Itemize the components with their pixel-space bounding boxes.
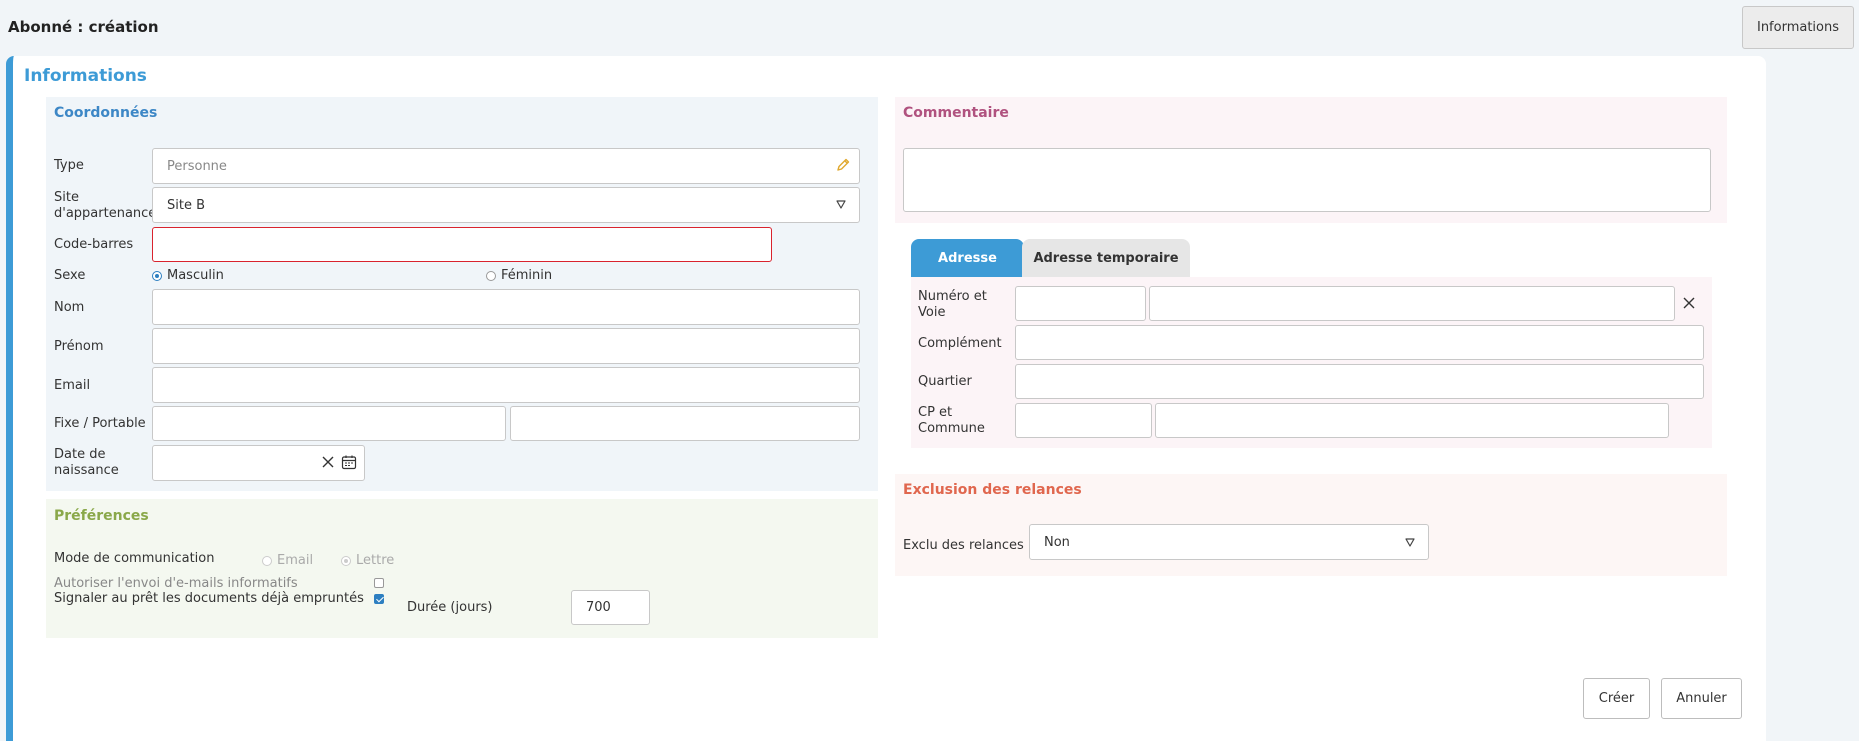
radio-dot-email[interactable] <box>262 555 272 566</box>
preferences-title: Préférences <box>54 508 149 524</box>
coordonnees-title: Coordonnées <box>54 105 158 121</box>
exclu-select[interactable]: Non <box>1029 524 1429 560</box>
duree-value: 700 <box>586 600 611 615</box>
clear-address-icon[interactable] <box>1681 295 1697 311</box>
type-label: Type <box>54 158 84 173</box>
panel-title: Informations <box>24 66 147 86</box>
dob-label: Date de naissance <box>54 447 119 478</box>
numero-input[interactable] <box>1015 286 1146 321</box>
radio-feminin[interactable]: Féminin <box>486 268 552 283</box>
signaler-checkbox[interactable] <box>374 594 384 604</box>
radio-lettre-label: Lettre <box>356 553 395 568</box>
chevron-down-icon[interactable] <box>834 197 848 211</box>
preferences-section <box>46 499 878 638</box>
radio-dot-lettre[interactable] <box>341 555 351 566</box>
sexe-label: Sexe <box>54 268 86 283</box>
exclu-label: Exclu des relances <box>903 538 1024 553</box>
radio-masculin[interactable]: Masculin <box>152 268 224 283</box>
site-label: Site d'appartenance <box>54 190 157 221</box>
chevron-down-icon[interactable] <box>1403 535 1417 549</box>
autoriser-checkbox[interactable] <box>374 578 384 588</box>
tab-adresse[interactable]: Adresse <box>911 239 1024 278</box>
site-select[interactable]: Site B <box>152 187 860 223</box>
commune-input[interactable] <box>1155 403 1669 438</box>
informations-button[interactable]: Informations <box>1742 6 1854 49</box>
prenom-label: Prénom <box>54 339 104 354</box>
numero-label: Numéro et Voie <box>918 289 987 320</box>
radio-dot-feminin[interactable] <box>486 270 496 281</box>
autoriser-label: Autoriser l'envoi d'e-mails informatifs <box>54 576 298 591</box>
cancel-button[interactable]: Annuler <box>1661 678 1742 719</box>
barcode-input[interactable] <box>152 227 772 262</box>
portable-input[interactable] <box>510 406 860 441</box>
page-title: Abonné : création <box>8 18 159 36</box>
duree-label: Durée (jours) <box>407 600 493 615</box>
cp-label: CP et Commune <box>918 405 985 436</box>
phone-label: Fixe / Portable <box>54 416 146 431</box>
email-input[interactable] <box>152 367 860 403</box>
complement-input[interactable] <box>1015 325 1704 360</box>
prenom-input[interactable] <box>152 328 860 364</box>
radio-mode-lettre[interactable]: Lettre <box>341 553 394 568</box>
complement-label: Complément <box>918 336 1002 351</box>
quartier-input[interactable] <box>1015 364 1704 399</box>
commentaire-textarea[interactable] <box>903 148 1711 212</box>
site-value: Site B <box>167 197 206 213</box>
nom-label: Nom <box>54 300 85 315</box>
fixe-input[interactable] <box>152 406 506 441</box>
radio-dot-masculin[interactable] <box>152 270 162 281</box>
email-label: Email <box>54 378 91 393</box>
mode-label: Mode de communication <box>54 551 215 566</box>
clear-icon[interactable] <box>320 454 336 470</box>
cp-input[interactable] <box>1015 403 1152 438</box>
radio-mode-email[interactable]: Email <box>262 553 313 568</box>
edit-pencil-icon[interactable] <box>834 156 852 174</box>
exclu-value: Non <box>1044 534 1070 550</box>
calendar-icon[interactable] <box>340 453 358 471</box>
duree-input[interactable]: 700 <box>571 590 650 625</box>
create-button[interactable]: Créer <box>1583 678 1650 719</box>
radio-email-label: Email <box>277 553 314 568</box>
quartier-label: Quartier <box>918 374 972 389</box>
barcode-label: Code-barres <box>54 237 134 252</box>
commentaire-title: Commentaire <box>903 105 1009 121</box>
signaler-label: Signaler au prêt les documents déjà empr… <box>54 591 364 606</box>
nom-input[interactable] <box>152 289 860 325</box>
type-field[interactable]: Personne <box>152 148 860 184</box>
exclusion-title: Exclusion des relances <box>903 482 1082 498</box>
radio-masculin-label: Masculin <box>167 268 224 283</box>
tab-adresse-temporaire[interactable]: Adresse temporaire <box>1022 239 1190 278</box>
type-placeholder: Personne <box>167 158 227 174</box>
radio-feminin-label: Féminin <box>501 268 553 283</box>
voie-input[interactable] <box>1149 286 1675 321</box>
